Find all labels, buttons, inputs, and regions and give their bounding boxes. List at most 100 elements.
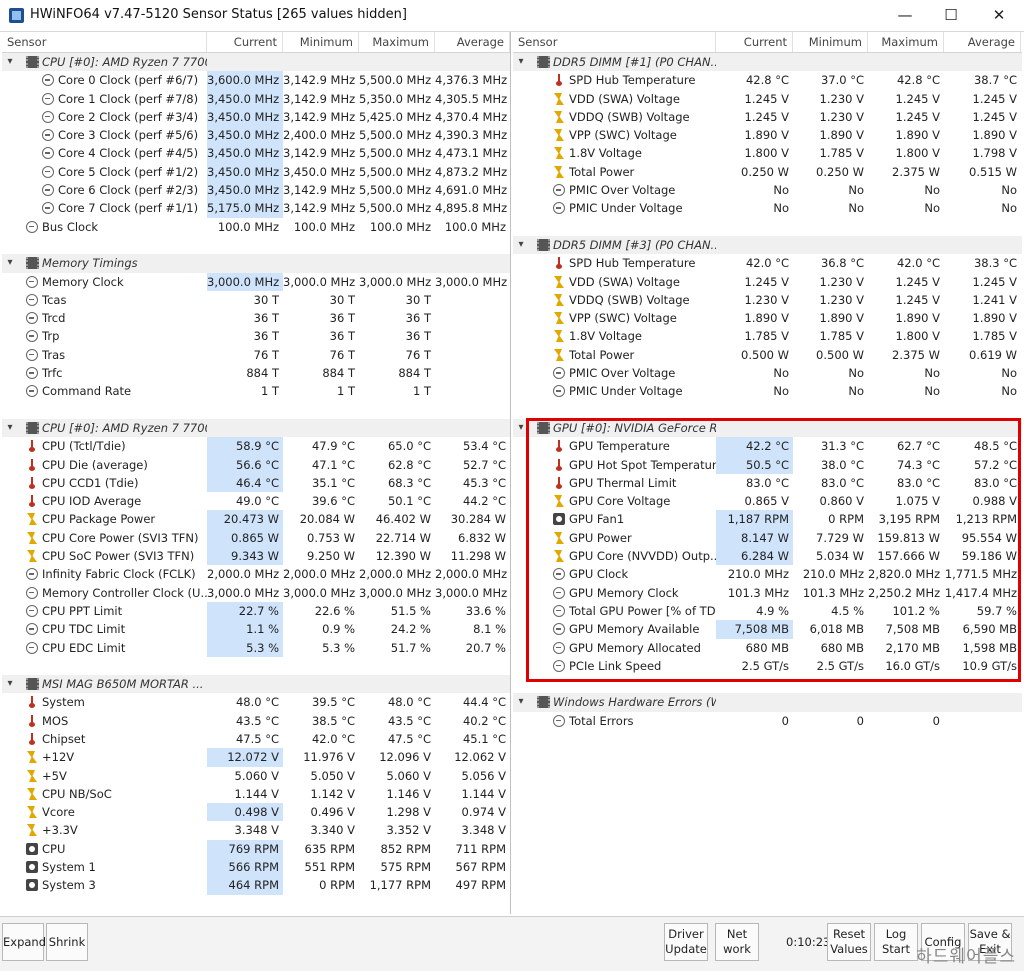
collapse-chevron-icon[interactable]: ▾ (4, 419, 16, 437)
sensor-group[interactable]: ▾ Memory Timings (2, 254, 510, 273)
sensor-row[interactable]: PCIe Link Speed 2.5 GT/s 2.5 GT/s 16.0 GT/s… (513, 657, 1022, 675)
collapse-chevron-icon[interactable]: ▾ (515, 236, 527, 254)
sensor-row[interactable]: PMIC Over Voltage No No No No (513, 364, 1022, 382)
sensor-row[interactable]: Memory Clock 3,000.0 MHz 3,000.0 MHz 3,000.… (2, 272, 510, 291)
sensor-row[interactable]: Vcore 0.498 V 0.496 V 1.298 V 0.974 V (2, 803, 510, 822)
sensor-row[interactable]: CPU TDC Limit 1.1 % 0.9 % 24.2 % 8.1 % (2, 620, 510, 639)
sensor-row[interactable]: Core 2 Clock (perf #3/4) 3,450.0 MHz 3,142… (2, 107, 510, 127)
column-sensor[interactable]: Sensor (2, 32, 207, 52)
sensor-row[interactable]: CPU IOD Average 49.0 °C 39.6 °C 50.1 °C 44.2… (2, 492, 510, 510)
sensor-row[interactable]: GPU Memory Allocated 680 MB 680 MB 2,170 MB… (513, 639, 1022, 657)
reset-values-button[interactable]: Reset Values (827, 923, 871, 961)
sensor-row[interactable]: CPU SoC Power (SVI3 TFN) 9.343 W 9.250 W 12… (2, 547, 510, 566)
sensor-row[interactable]: VDDQ (SWB) Voltage 1.245 V 1.230 V 1.245 V 1… (513, 108, 1022, 126)
sensor-row[interactable]: Core 7 Clock (perf #1/1) 5,175.0 MHz 3,142… (2, 199, 510, 218)
collapse-chevron-icon[interactable]: ▾ (515, 53, 527, 71)
log-start-button[interactable]: Log Start (874, 923, 918, 961)
collapse-chevron-icon[interactable]: ▾ (4, 254, 16, 272)
sensor-group[interactable]: ▾ DDR5 DIMM [#1] (P0 CHAN... (513, 53, 1022, 72)
sensor-row[interactable]: CPU Package Power 20.473 W 20.084 W 46.402 … (2, 510, 510, 529)
sensor-row[interactable]: CPU 769 RPM 635 RPM 852 RPM 711 RPM (2, 839, 510, 859)
sensor-row[interactable]: Total GPU Power [% of TDP] 4.9 % 4.5 % 101.… (513, 602, 1022, 620)
sensor-list-right[interactable]: Sensor Current Minimum Maximum Average ▾ DDR5 … (513, 32, 1022, 914)
collapse-chevron-icon[interactable]: ▾ (4, 675, 16, 693)
sensor-row[interactable]: GPU Memory Clock 101.3 MHz 101.3 MHz 2,250.… (513, 584, 1022, 602)
sensor-row[interactable]: PMIC Under Voltage No No No No (513, 199, 1022, 217)
sensor-group[interactable]: ▾ GPU [#0]: NVIDIA GeForce R... (513, 418, 1022, 438)
sensor-row[interactable]: VPP (SWC) Voltage 1.890 V 1.890 V 1.890 V 1.… (513, 126, 1022, 144)
sensor-row[interactable]: Core 6 Clock (perf #2/3) 3,450.0 MHz 3,142… (2, 181, 510, 200)
sensor-row[interactable]: Total Power 0.250 W 0.250 W 2.375 W 0.515 W (513, 163, 1022, 181)
collapse-chevron-icon[interactable]: ▾ (4, 53, 16, 71)
driver-update-button[interactable]: Driver Update (664, 923, 708, 961)
sensor-row[interactable]: Memory Controller Clock (U... 3,000.0 MHz… (2, 584, 510, 602)
sensor-row[interactable]: Chipset 47.5 °C 42.0 °C 47.5 °C 45.1 °C (2, 730, 510, 748)
sensor-row[interactable]: VDDQ (SWB) Voltage 1.230 V 1.230 V 1.245 V 1… (513, 291, 1022, 309)
column-minimum[interactable]: Minimum (793, 32, 868, 52)
sensor-row[interactable]: GPU Thermal Limit 83.0 °C 83.0 °C 83.0 °C 83… (513, 474, 1022, 492)
sensor-row[interactable]: CPU Core Power (SVI3 TFN) 0.865 W 0.753 W 2… (2, 528, 510, 548)
sensor-row[interactable]: GPU Fan1 1,187 RPM 0 RPM 3,195 RPM 1,213 RPM (513, 510, 1022, 529)
sensor-row[interactable]: Bus Clock 100.0 MHz 100.0 MHz 100.0 MHz 100.… (2, 218, 510, 236)
column-sensor[interactable]: Sensor (513, 32, 716, 52)
sensor-row[interactable]: +12V 12.072 V 11.976 V 12.096 V 12.062 V (2, 748, 510, 767)
sensor-group[interactable]: ▾ DDR5 DIMM [#3] (P0 CHAN... (513, 235, 1022, 255)
sensor-row[interactable]: Core 1 Clock (perf #7/8) 3,450.0 MHz 3,142… (2, 89, 510, 108)
sensor-row[interactable]: CPU (Tctl/Tdie) 58.9 °C 47.9 °C 65.0 °C 53.4… (2, 437, 510, 456)
sensor-row[interactable]: CPU NB/SoC 1.144 V 1.142 V 1.146 V 1.144 V (2, 785, 510, 803)
sensor-row[interactable]: VDD (SWA) Voltage 1.245 V 1.230 V 1.245 V 1.… (513, 90, 1022, 108)
sensor-group[interactable]: ▾ Windows Hardware Errors (W... (513, 693, 1022, 712)
maximize-button[interactable]: ☐ (928, 0, 974, 31)
column-maximum[interactable]: Maximum (359, 32, 435, 52)
sensor-row[interactable]: GPU Core Voltage 0.865 V 0.860 V 1.075 V 0.9… (513, 492, 1022, 510)
sensor-row[interactable]: +3.3V 3.348 V 3.340 V 3.352 V 3.348 V (2, 821, 510, 839)
sensor-row[interactable]: Total Power 0.500 W 0.500 W 2.375 W 0.619 W (513, 346, 1022, 364)
sensor-row[interactable]: 1.8V Voltage 1.800 V 1.785 V 1.800 V 1.798 V (513, 144, 1022, 162)
sensor-row[interactable]: GPU Hot Spot Temperature 50.5 °C 38.0 °C 74… (513, 455, 1022, 474)
sensor-row[interactable]: GPU Temperature 42.2 °C 31.3 °C 62.7 °C 48.5… (513, 437, 1022, 456)
column-current[interactable]: Current (207, 32, 283, 52)
minimize-button[interactable]: — (882, 0, 928, 31)
column-maximum[interactable]: Maximum (868, 32, 944, 52)
sensor-list-left[interactable]: Sensor Current Minimum Maximum Average ▾ CPU [… (2, 32, 511, 914)
sensor-row[interactable]: Trcd 36 T 36 T 36 T (2, 309, 510, 327)
sensor-row[interactable]: SPD Hub Temperature 42.8 °C 37.0 °C 42.8 °C… (513, 71, 1022, 89)
sensor-row[interactable]: System 48.0 °C 39.5 °C 48.0 °C 44.4 °C (2, 693, 510, 711)
column-average[interactable]: Average (435, 32, 510, 52)
sensor-row[interactable]: SPD Hub Temperature 42.0 °C 36.8 °C 42.0 °C… (513, 254, 1022, 272)
sensor-row[interactable]: CPU PPT Limit 22.7 % 22.6 % 51.5 % 33.6 % (2, 601, 510, 621)
sensor-row[interactable]: System 1 566 RPM 551 RPM 575 RPM 567 RPM (2, 858, 510, 877)
sensor-row[interactable]: CPU EDC Limit 5.3 % 5.3 % 51.7 % 20.7 % (2, 638, 510, 657)
sensor-row[interactable]: GPU Memory Available 7,508 MB 6,018 MB 7,50… (513, 620, 1022, 639)
sensor-row[interactable]: VPP (SWC) Voltage 1.890 V 1.890 V 1.890 V 1.… (513, 309, 1022, 327)
sensor-row[interactable]: PMIC Under Voltage No No No No (513, 382, 1022, 400)
sensor-row[interactable]: Command Rate 1 T 1 T 1 T (2, 382, 510, 400)
column-minimum[interactable]: Minimum (283, 32, 359, 52)
sensor-row[interactable]: GPU Core (NVVDD) Outp... 6.284 W 5.034 W 15… (513, 547, 1022, 566)
sensor-row[interactable]: CPU Die (average) 56.6 °C 47.1 °C 62.8 °C 52… (2, 455, 510, 474)
close-button[interactable]: ✕ (976, 0, 1022, 31)
sensor-row[interactable]: +5V 5.060 V 5.050 V 5.060 V 5.056 V (2, 767, 510, 785)
sensor-row[interactable]: GPU Power 8.147 W 7.729 W 159.813 W 95.554 W (513, 528, 1022, 548)
sensor-row[interactable]: Tcas 30 T 30 T 30 T (2, 291, 510, 309)
sensor-row[interactable]: Trfc 884 T 884 T 884 T (2, 364, 510, 382)
sensor-row[interactable]: Core 0 Clock (perf #6/7) 3,600.0 MHz 3,142… (2, 71, 510, 90)
sensor-group[interactable]: ▾ MSI MAG B650M MORTAR ... (2, 675, 510, 694)
sensor-group[interactable]: ▾ CPU [#0]: AMD Ryzen 7 7700X (2, 53, 510, 72)
sensor-row[interactable]: 1.8V Voltage 1.785 V 1.785 V 1.800 V 1.785 V (513, 327, 1022, 345)
shrink-button[interactable]: Shrink (46, 923, 88, 961)
column-average[interactable]: Average (944, 32, 1021, 52)
sensor-row[interactable]: CPU CCD1 (Tdie) 46.4 °C 35.1 °C 68.3 °C 45.3… (2, 473, 510, 493)
sensor-row[interactable]: Tras 76 T 76 T 76 T (2, 346, 510, 364)
collapse-chevron-icon[interactable]: ▾ (515, 693, 527, 711)
sensor-row[interactable]: PMIC Over Voltage No No No No (513, 181, 1022, 199)
sensor-row[interactable]: System 3 464 RPM 0 RPM 1,177 RPM 497 RPM (2, 876, 510, 895)
sensor-row[interactable]: Trp 36 T 36 T 36 T (2, 327, 510, 345)
sensor-row[interactable]: Total Errors 0 0 0 (513, 712, 1022, 730)
sensor-row[interactable]: MOS 43.5 °C 38.5 °C 43.5 °C 40.2 °C (2, 712, 510, 730)
sensor-row[interactable]: Core 4 Clock (perf #4/5) 3,450.0 MHz 3,142… (2, 144, 510, 163)
expand-button[interactable]: Expand (2, 923, 46, 961)
collapse-chevron-icon[interactable]: ▾ (515, 419, 527, 437)
sensor-row[interactable]: GPU Clock 210.0 MHz 210.0 MHz 2,820.0 MHz 1,… (513, 565, 1022, 583)
sensor-row[interactable]: VDD (SWA) Voltage 1.245 V 1.230 V 1.245 V 1.… (513, 273, 1022, 291)
